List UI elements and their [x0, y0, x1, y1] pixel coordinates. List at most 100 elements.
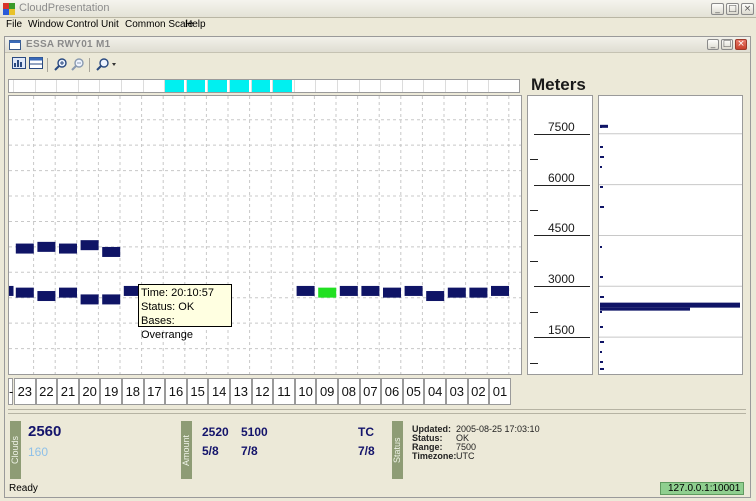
amount-height-2: 5100	[241, 425, 268, 439]
scale-minor-tick	[530, 311, 538, 313]
menu-unit[interactable]: Unit	[101, 19, 119, 30]
strip-cell	[229, 80, 249, 92]
hour-status-strip[interactable]	[8, 79, 520, 93]
toolbar-separator	[47, 58, 48, 72]
menu-window[interactable]: Window	[28, 19, 64, 30]
tooltip-bases: Bases: Overrange	[141, 315, 193, 341]
hist-speck	[600, 186, 603, 188]
lower-cloud-bar	[37, 291, 56, 302]
scale-line	[534, 286, 590, 288]
hour-label: 07	[359, 378, 382, 405]
hour-label: 10	[294, 378, 317, 405]
hist-speck	[600, 326, 603, 328]
table-view-icon[interactable]	[28, 57, 44, 73]
hour-label: 02	[467, 378, 490, 405]
clouds-secondary-value: 160	[28, 445, 49, 459]
scale-minor-tick	[530, 260, 538, 262]
hist-speck	[600, 341, 604, 343]
station-title-bar[interactable]: ESSA RWY01 M1 _ □ ×	[5, 37, 750, 53]
hour-label: 06	[381, 378, 403, 405]
timezone-key: Timezone:	[412, 451, 457, 461]
scale-label: 4500	[548, 221, 575, 236]
scale-line	[534, 184, 590, 186]
chart-view-icon[interactable]	[11, 57, 27, 73]
lower-cloud-bar	[296, 285, 315, 296]
menu-control[interactable]: Control	[66, 19, 98, 30]
menu-help[interactable]: Help	[185, 19, 206, 30]
tooltip-status: Status: OK	[141, 301, 195, 313]
amount-octas-1: 5/8	[202, 444, 219, 458]
zoom-out-icon[interactable]	[70, 57, 86, 73]
strip-cell	[250, 80, 271, 92]
cloud-histogram	[598, 95, 743, 375]
amount-octas-2: 7/8	[241, 444, 258, 458]
histogram-plot	[599, 124, 742, 370]
hour-label: 09	[316, 378, 338, 405]
lower-cloud-bar	[318, 287, 337, 298]
scale-unit-label: Meters	[531, 75, 586, 94]
strip-cell	[293, 80, 314, 92]
divider	[8, 413, 746, 414]
menu-bar: File Window Control Unit Common Scale He…	[0, 18, 756, 33]
strip-cell	[488, 80, 508, 92]
hour-axis: -23 22 21 20 19 18 17 16 15 14 13 12 11 10 09 08 07 06 05 0…	[8, 378, 522, 405]
hist-speck	[600, 246, 602, 248]
upper-cloud-bar	[80, 240, 99, 251]
cloud-base-plot	[9, 96, 521, 374]
status-bar: Ready 127.0.0.1:10001	[5, 481, 750, 497]
divider	[8, 409, 746, 410]
toolbar-separator	[89, 58, 90, 72]
minimize-button[interactable]: _	[711, 3, 724, 15]
hist-speck	[600, 206, 604, 208]
hist-speck	[600, 126, 602, 128]
upper-cloud-bar	[15, 243, 34, 254]
status-text: Ready	[9, 483, 38, 494]
station-window: ESSA RWY01 M1 _ □ × Meters 7500 6000 450…	[4, 36, 751, 498]
hour-label: 14	[208, 378, 230, 405]
hour-label: 12	[251, 378, 274, 405]
strip-cell	[272, 80, 292, 92]
child-minimize-button[interactable]: _	[707, 39, 719, 50]
child-maximize-button[interactable]: □	[721, 39, 733, 50]
strip-cell	[142, 80, 163, 92]
lower-cloud-bar	[9, 285, 14, 296]
menu-file[interactable]: File	[6, 19, 22, 30]
toolbar	[7, 56, 747, 76]
hour-label: 03	[446, 378, 468, 405]
hour-label: 20	[78, 378, 101, 405]
amount-panel-label: Amount	[181, 421, 192, 479]
hour-label: 16	[165, 378, 187, 405]
strip-cell	[315, 80, 335, 92]
strip-cell	[337, 80, 357, 92]
hour-label: 15	[186, 378, 209, 405]
close-button[interactable]: ×	[741, 3, 754, 15]
zoom-in-icon[interactable]	[53, 57, 69, 73]
zoom-dropdown-icon[interactable]	[95, 57, 119, 73]
hist-speck	[600, 296, 604, 298]
hour-label: 04	[424, 378, 446, 405]
hour-label: 23	[14, 378, 36, 405]
lower-cloud-bar	[102, 294, 121, 305]
amount-height-1: 2520	[202, 425, 229, 439]
lower-cloud-bar	[80, 294, 99, 305]
amount-type-label: TC	[358, 425, 374, 439]
app-window: CloudPresentation _ □ × File Window Cont…	[0, 0, 756, 501]
app-icon	[3, 3, 15, 15]
strip-cell	[185, 80, 206, 92]
scale-label: 1500	[548, 323, 575, 338]
timezone-value: UTC	[456, 451, 475, 461]
strip-cell	[99, 80, 119, 92]
hour-label: 17	[143, 378, 166, 405]
child-close-button[interactable]: ×	[735, 39, 747, 50]
cloud-base-chart[interactable]	[8, 95, 522, 375]
scale-minor-tick	[530, 210, 538, 211]
hour-label: 22	[35, 378, 58, 405]
hist-speck	[600, 276, 603, 278]
menu-common-scale[interactable]: Common Scale	[125, 19, 193, 30]
strip-cell	[34, 80, 55, 92]
connection-indicator: 127.0.0.1:10001	[660, 482, 744, 495]
app-title-bar[interactable]: CloudPresentation _ □ ×	[0, 0, 756, 18]
hour-label: 19	[100, 378, 122, 405]
strip-cell	[207, 80, 227, 92]
maximize-button[interactable]: □	[726, 3, 739, 15]
